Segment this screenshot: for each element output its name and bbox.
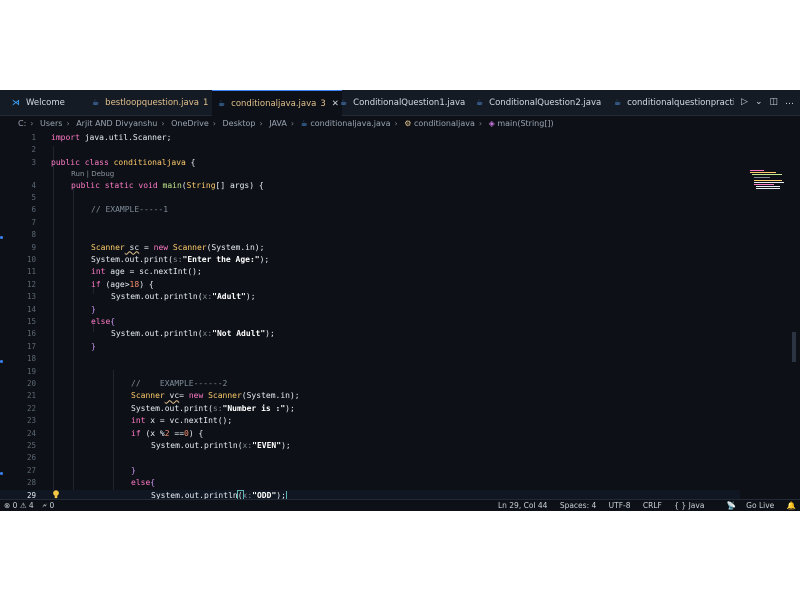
code-line: 9 Scanner sc = new Scanner(System.in); (31, 242, 265, 252)
breadcrumb-item[interactable]: conditionaljava (414, 119, 475, 128)
code-line: 28 else{ (26, 478, 156, 488)
java-file-icon: ☕ (614, 98, 622, 107)
tab-conditionalquestionpractice1[interactable]: ☕ conditionalquestionpractice1.ja (614, 90, 744, 115)
java-file-icon: ☕ (92, 98, 100, 107)
breadcrumb-item[interactable]: Desktop (223, 119, 256, 128)
code-line: 4 public static void main(String[] args) … (31, 180, 264, 190)
code-line: 15 else{ (26, 316, 116, 326)
code-line: 21 Scanner vc= new Scanner(System.in); (26, 391, 300, 401)
breadcrumb-item[interactable]: conditionaljava.java (310, 119, 390, 128)
code-line: 5 (31, 192, 36, 202)
editor-actions: ▷ ⌄ ◫ … (734, 90, 800, 115)
code-line: 16 System.out.println(x:"Not Adult"); (26, 329, 275, 339)
chevron-down-icon[interactable]: ⌄ (755, 97, 763, 107)
vscode-icon: ⋊ (12, 98, 20, 107)
go-live-label: Go Live (746, 501, 775, 510)
code-line: 1 import java.util.Scanner; (31, 133, 172, 142)
method-symbol-icon: ◈ (488, 119, 495, 128)
code-line: 18 (26, 354, 36, 364)
code-line: 14} (26, 304, 96, 314)
code-line: 26 (26, 453, 36, 463)
breadcrumb-item[interactable]: OneDrive (171, 119, 209, 128)
more-actions-icon[interactable]: … (785, 97, 794, 107)
java-file-icon: ☕ (476, 98, 484, 107)
code-line: 19 (26, 366, 36, 376)
tab-label: ConditionalQuestion2.java (489, 98, 602, 108)
cursor-position[interactable]: Ln 29, Col 44 (498, 501, 547, 510)
breadcrumb-item[interactable]: Arjit AND Divyanshu (76, 119, 157, 128)
code-line: 24 if (x %2 ==0) { (26, 428, 204, 438)
lightbulb-icon[interactable] (52, 490, 60, 499)
code-line: 6// EXAMPLE-----1 (31, 205, 169, 215)
indentation[interactable]: Spaces: 4 (560, 501, 596, 510)
code-line: 22 System.out.print(s:"Number is :"); (26, 403, 295, 413)
java-file-icon: ☕ (300, 119, 308, 128)
language-mode[interactable]: { } Java (674, 501, 704, 510)
code-line: 25 System.out.println(x:"EVEN"); (26, 440, 291, 450)
line-ending[interactable]: CRLF (643, 501, 662, 510)
code-editor[interactable]: 1 import java.util.Scanner; 2 3 public cla… (0, 132, 800, 500)
tab-label: Welcome (26, 98, 65, 108)
editor-tab-bar: ⋊ Welcome ☕ bestloopquestion.java 1 ☕ condit… (0, 90, 800, 116)
code-line: 27} (26, 465, 136, 475)
go-live-button[interactable]: 📡 Go Live (717, 501, 774, 510)
breadcrumb-item[interactable]: C: (18, 119, 26, 128)
tab-label: conditionalquestionpractice1.ja (627, 98, 744, 108)
code-line: 12 if (age>18) { (26, 279, 154, 289)
code-line: 23 int x = vc.nextInt(); (26, 416, 233, 426)
ports-indicator[interactable]: 🗲 0 (42, 501, 54, 510)
breadcrumb: C: › Users › Arjit AND Divyanshu › OneDrive… (18, 119, 554, 128)
code-line: 7 (31, 217, 36, 227)
tab-welcome[interactable]: ⋊ Welcome (12, 90, 92, 115)
code-line: 8 (31, 230, 36, 240)
status-bar: ⊗ 0 ⚠ 4 🗲 0 Ln 29, Col 44 Spaces: 4 UTF-… (0, 499, 800, 511)
minimap[interactable] (748, 132, 788, 192)
problems-indicator[interactable]: ⊗ 0 ⚠ 4 (4, 501, 34, 510)
tab-label: conditionaljava.java (231, 99, 317, 109)
class-symbol-icon: ⚙ (404, 119, 412, 128)
java-file-icon: ☕ (340, 98, 348, 107)
vscode-window: ⋊ Welcome ☕ bestloopquestion.java 1 ☕ condit… (0, 90, 800, 511)
tab-label: bestloopquestion.java (105, 98, 199, 108)
tab-conditionalquestion2[interactable]: ☕ ConditionalQuestion2.java (476, 90, 606, 115)
code-line: 17} (26, 341, 96, 351)
code-line: 10 System.out.print(s:"Enter the Age:"); (26, 254, 270, 264)
code-line: 2 (31, 145, 36, 155)
notifications-bell-icon[interactable]: 🔔 (787, 501, 796, 510)
breadcrumb-item[interactable]: main(String[]) (497, 119, 553, 128)
tab-conditionalquestion1[interactable]: ☕ ConditionalQuestion1.java (340, 90, 470, 115)
split-editor-icon[interactable]: ◫ (769, 97, 778, 107)
vertical-scrollbar[interactable] (790, 132, 798, 500)
java-file-icon: ☕ (218, 99, 226, 108)
close-icon[interactable]: ✕ (332, 99, 339, 109)
tab-label: ConditionalQuestion1.java (353, 98, 466, 108)
breadcrumb-item[interactable]: JAVA (269, 119, 287, 128)
broadcast-icon: 📡 (726, 501, 737, 510)
tab-conditionaljava[interactable]: ☕ conditionaljava.java 3 ✕ (212, 90, 342, 116)
problem-count-badge: 3 (320, 99, 326, 109)
code-line: 13 System.out.println(x:"Adult"); (26, 292, 256, 302)
code-line: 20// EXAMPLE------2 (26, 378, 228, 388)
breadcrumb-item[interactable]: Users (40, 119, 62, 128)
tab-bestloopquestion[interactable]: ☕ bestloopquestion.java 1 (92, 90, 210, 115)
run-icon[interactable]: ▷ (741, 97, 748, 107)
encoding[interactable]: UTF-8 (609, 501, 631, 510)
code-line: 11 int age = sc.nextInt(); (26, 267, 202, 277)
codelens-run-debug[interactable]: Run | Debug (71, 168, 114, 180)
problem-count-badge: 1 (202, 98, 209, 108)
